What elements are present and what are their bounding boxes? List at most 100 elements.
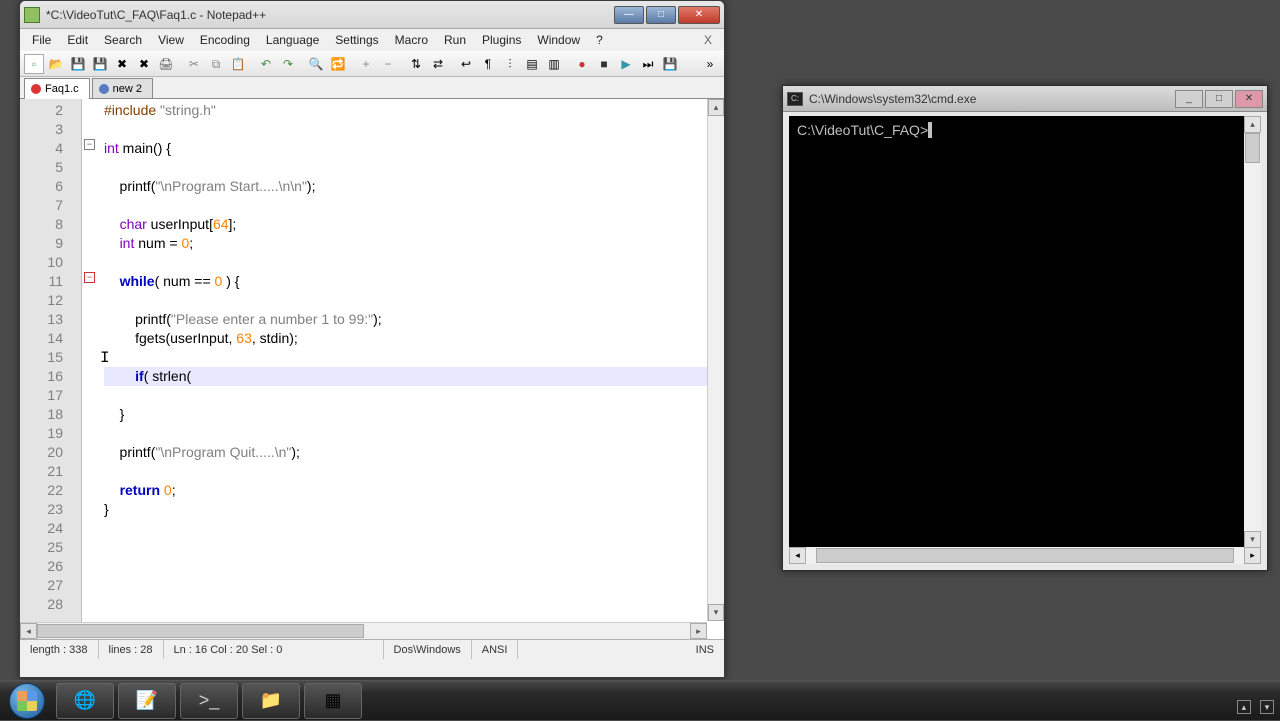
close-file-icon[interactable]: ✖: [112, 54, 132, 74]
cmd-titlebar[interactable]: C: C:\Windows\system32\cmd.exe _ □ ✕: [783, 86, 1267, 112]
paste-icon[interactable]: 📋: [228, 54, 248, 74]
scroll-up-icon[interactable]: ▴: [708, 99, 724, 116]
stop-macro-icon[interactable]: ■: [594, 54, 614, 74]
code-line[interactable]: printf("Please enter a number 1 to 99:")…: [104, 310, 718, 329]
menu-search[interactable]: Search: [96, 31, 150, 49]
code-line[interactable]: printf("\nProgram Quit.....\n");: [104, 443, 718, 462]
show-desktop-icon[interactable]: ▾: [1260, 700, 1274, 714]
play-macro-icon[interactable]: ▶: [616, 54, 636, 74]
sync-v-icon[interactable]: ⇅: [406, 54, 426, 74]
record-macro-icon[interactable]: ●: [572, 54, 592, 74]
wrap-icon[interactable]: ↩: [456, 54, 476, 74]
folder-panel-icon[interactable]: ▤: [522, 54, 542, 74]
show-all-chars-icon[interactable]: ¶: [478, 54, 498, 74]
scroll-left-icon[interactable]: ◂: [20, 623, 37, 639]
tab-new-2[interactable]: new 2: [92, 78, 153, 98]
taskbar-tray[interactable]: ▴ ▾: [1231, 700, 1274, 714]
scroll-down-icon[interactable]: ▾: [1244, 531, 1261, 548]
code-line[interactable]: #include "string.h": [104, 101, 718, 120]
code-line[interactable]: [104, 462, 718, 481]
horizontal-scrollbar[interactable]: ◂ ▸: [789, 547, 1261, 564]
zoom-in-icon[interactable]: +: [356, 54, 376, 74]
toolbar-overflow-icon[interactable]: »: [700, 54, 720, 74]
close-all-icon[interactable]: ✖: [134, 54, 154, 74]
vertical-scrollbar[interactable]: ▴ ▾: [707, 99, 724, 621]
vertical-scrollbar[interactable]: ▴ ▾: [1244, 116, 1261, 548]
minimize-button[interactable]: _: [1175, 90, 1203, 108]
scroll-down-icon[interactable]: ▾: [708, 604, 724, 621]
save-macro-icon[interactable]: 💾: [660, 54, 680, 74]
code-line[interactable]: char userInput[64];: [104, 215, 718, 234]
show-hidden-icons-icon[interactable]: ▴: [1237, 700, 1251, 714]
indent-guide-icon[interactable]: ⫶: [500, 54, 520, 74]
code-line[interactable]: [104, 120, 718, 139]
horizontal-scrollbar[interactable]: ◂ ▸: [20, 622, 707, 639]
code-line[interactable]: int main() {: [104, 139, 718, 158]
code-line[interactable]: [104, 424, 718, 443]
code-line[interactable]: return 0;: [104, 481, 718, 500]
taskbar-item-chrome[interactable]: 🌐: [56, 683, 114, 719]
taskbar-item-app[interactable]: ▦: [304, 683, 362, 719]
code-editor[interactable]: #include "string.h" int main() { printf("…: [82, 99, 724, 639]
code-line[interactable]: fgets(userInput, 63, stdin);: [104, 329, 718, 348]
close-button[interactable]: ✕: [678, 6, 720, 24]
menu-encoding[interactable]: Encoding: [192, 31, 258, 49]
editor-area[interactable]: 2345678910111213141516171819202122232425…: [20, 99, 724, 639]
save-all-icon[interactable]: 💾: [90, 54, 110, 74]
code-line[interactable]: [104, 291, 718, 310]
code-line[interactable]: }: [104, 500, 718, 519]
menu-?[interactable]: ?: [588, 31, 611, 49]
code-line[interactable]: [104, 538, 718, 557]
copy-icon[interactable]: ⧉: [206, 54, 226, 74]
open-file-icon[interactable]: 📂: [46, 54, 66, 74]
new-file-icon[interactable]: ▫: [24, 54, 44, 74]
cut-icon[interactable]: ✂: [184, 54, 204, 74]
taskbar-item-notepadpp[interactable]: 📝: [118, 683, 176, 719]
code-line[interactable]: [104, 519, 718, 538]
tab-Faq1.c[interactable]: Faq1.c: [24, 78, 90, 99]
menu-view[interactable]: View: [150, 31, 192, 49]
scroll-thumb[interactable]: [1245, 133, 1260, 163]
menu-run[interactable]: Run: [436, 31, 474, 49]
save-icon[interactable]: 💾: [68, 54, 88, 74]
code-line[interactable]: [104, 386, 718, 405]
menu-edit[interactable]: Edit: [59, 31, 96, 49]
menu-language[interactable]: Language: [258, 31, 327, 49]
print-icon[interactable]: 🖨: [156, 54, 176, 74]
code-line[interactable]: [104, 196, 718, 215]
npp-titlebar[interactable]: *C:\VideoTut\C_FAQ\Faq1.c - Notepad++ — …: [20, 1, 724, 29]
menu-close-doc[interactable]: X: [696, 31, 720, 49]
scroll-right-icon[interactable]: ▸: [690, 623, 707, 639]
code-line[interactable]: [104, 557, 718, 576]
menu-window[interactable]: Window: [529, 31, 588, 49]
code-line[interactable]: [104, 253, 718, 272]
scroll-right-icon[interactable]: ▸: [1244, 547, 1261, 564]
maximize-button[interactable]: □: [646, 6, 676, 24]
replace-icon[interactable]: 🔁: [328, 54, 348, 74]
zoom-out-icon[interactable]: −: [378, 54, 398, 74]
play-multi-icon[interactable]: ⏭: [638, 54, 658, 74]
taskbar-item-cmd[interactable]: >_: [180, 683, 238, 719]
code-line[interactable]: [104, 576, 718, 595]
menu-macro[interactable]: Macro: [387, 31, 436, 49]
code-line[interactable]: int num = 0;: [104, 234, 718, 253]
maximize-button[interactable]: □: [1205, 90, 1233, 108]
sync-h-icon[interactable]: ⇄: [428, 54, 448, 74]
code-line[interactable]: printf("\nProgram Start.....\n\n");: [104, 177, 718, 196]
start-button[interactable]: [0, 681, 54, 721]
code-line[interactable]: while( num == 0 ) {: [104, 272, 718, 291]
redo-icon[interactable]: ↷: [278, 54, 298, 74]
code-line[interactable]: [104, 158, 718, 177]
find-icon[interactable]: 🔍: [306, 54, 326, 74]
doc-map-icon[interactable]: ▥: [544, 54, 564, 74]
menu-plugins[interactable]: Plugins: [474, 31, 529, 49]
menu-file[interactable]: File: [24, 31, 59, 49]
scroll-thumb[interactable]: [37, 624, 364, 638]
minimize-button[interactable]: —: [614, 6, 644, 24]
code-line[interactable]: if( strlen(: [104, 367, 718, 386]
scroll-up-icon[interactable]: ▴: [1244, 116, 1261, 133]
code-line[interactable]: [104, 595, 718, 614]
taskbar-item-explorer[interactable]: 📁: [242, 683, 300, 719]
cmd-terminal[interactable]: C:\VideoTut\C_FAQ>: [789, 116, 1261, 548]
menu-settings[interactable]: Settings: [327, 31, 386, 49]
